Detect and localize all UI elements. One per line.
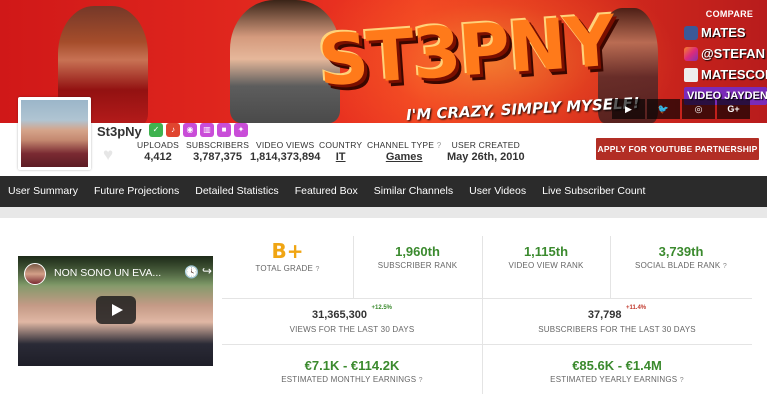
help-icon[interactable]: ? (723, 263, 727, 270)
social-tag-instagram: @STEFAN (684, 45, 767, 63)
tab-similar-channels[interactable]: Similar Channels (366, 176, 461, 207)
video-title[interactable]: NON SONO UN EVA... (54, 267, 161, 279)
main-nav: User Summary Future Projections Detailed… (0, 176, 767, 207)
stat-subscribers: SUBSCRIBERS 3,787,375 (186, 140, 250, 163)
video-channel-avatar[interactable] (24, 263, 46, 285)
stat-uploads: UPLOADS 4,412 (137, 140, 180, 163)
stat-video-views: VIDEO VIEWS 1,814,373,894 (250, 140, 321, 163)
subscriber-rank: 1,960th SUBSCRIBER RANK (377, 244, 458, 270)
tab-live-subscriber-count[interactable]: Live Subscriber Count (534, 176, 653, 207)
chart-badge-icon: ▥ (200, 123, 214, 137)
estimated-yearly-earnings: €85.6K - €1.4M ESTIMATED YEARLY EARNINGS… (550, 358, 684, 384)
shirt-icon (684, 68, 698, 82)
share-icon[interactable]: ↪ (202, 264, 212, 278)
youtube-icon[interactable]: ▶ (612, 99, 645, 119)
twitter-icon[interactable]: 🐦 (647, 99, 680, 119)
subscribers-last-30-days: 37,798 +11.4% SUBSCRIBERS FOR THE LAST 3… (538, 305, 696, 334)
country-link[interactable]: IT (336, 151, 346, 163)
heart-icon[interactable]: ♥ (103, 145, 113, 165)
tab-detailed-statistics[interactable]: Detailed Statistics (187, 176, 286, 207)
music-badge-icon: ♪ (166, 123, 180, 137)
channel-name: St3pNy (97, 124, 142, 139)
total-grade: B+ TOTAL GRADE ? (222, 240, 353, 273)
compare-button[interactable]: COMPARE (692, 5, 767, 23)
estimated-monthly-earnings: €7.1K - €114.2K ESTIMATED MONTHLY EARNIN… (281, 358, 423, 384)
grid-divider (222, 344, 752, 345)
stat-country: COUNTRY IT (319, 140, 363, 163)
help-icon[interactable]: ? (437, 141, 442, 150)
channel-avatar[interactable] (18, 97, 91, 170)
game-badge-icon: ✦ (234, 123, 248, 137)
channel-banner: ST3PNY I'M CRAZY, SIMPLY MYSELF! COMPARE… (0, 0, 767, 123)
tab-future-projections[interactable]: Future Projections (86, 176, 187, 207)
help-icon[interactable]: ? (315, 266, 319, 273)
tab-user-videos[interactable]: User Videos (461, 176, 534, 207)
help-icon[interactable]: ? (680, 377, 684, 384)
instagram-icon[interactable]: ◎ (682, 99, 715, 119)
video-badge-icon: ■ (217, 123, 231, 137)
stat-channel-type: CHANNEL TYPE ? Games (367, 140, 442, 163)
clock-icon[interactable]: 🕓 (184, 265, 199, 279)
banner-social-tags: MATES @STEFAN MATESCOLLE VIDEO JAYDEN: (684, 24, 767, 108)
featured-video[interactable]: NON SONO UN EVA... 🕓 ↪ (18, 256, 213, 366)
nav-spacer (0, 207, 767, 218)
google-plus-icon[interactable]: G+ (717, 99, 750, 119)
stat-user-created: USER CREATED May 26th, 2010 (447, 140, 525, 163)
camera-badge-icon: ◉ (183, 123, 197, 137)
grid-divider (222, 298, 752, 299)
views-last-30-days: 31,365,300 +12.5% VIEWS FOR THE LAST 30 … (289, 305, 415, 334)
channel-type-link[interactable]: Games (386, 151, 423, 163)
channel-badges: ✓ ♪ ◉ ▥ ■ ✦ (149, 123, 248, 137)
social-tag-facebook: MATES (684, 24, 767, 42)
social-blade-rank: 3,739th SOCIAL BLADE RANK ? (635, 244, 727, 270)
facebook-icon (684, 26, 698, 40)
video-view-rank: 1,115th VIDEO VIEW RANK (508, 244, 584, 270)
grade-value: B+ (271, 239, 304, 263)
tab-featured-box[interactable]: Featured Box (287, 176, 366, 207)
social-tag-merch: MATESCOLLE (684, 66, 767, 84)
play-button-icon[interactable] (96, 296, 136, 324)
tab-user-summary[interactable]: User Summary (0, 176, 86, 207)
apply-partnership-button[interactable]: APPLY FOR YOUTUBE PARTNERSHIP (596, 138, 759, 160)
verified-badge-icon: ✓ (149, 123, 163, 137)
banner-social-icons: ▶ 🐦 ◎ G+ (612, 99, 750, 119)
help-icon[interactable]: ? (419, 377, 423, 384)
instagram-icon (684, 47, 698, 61)
